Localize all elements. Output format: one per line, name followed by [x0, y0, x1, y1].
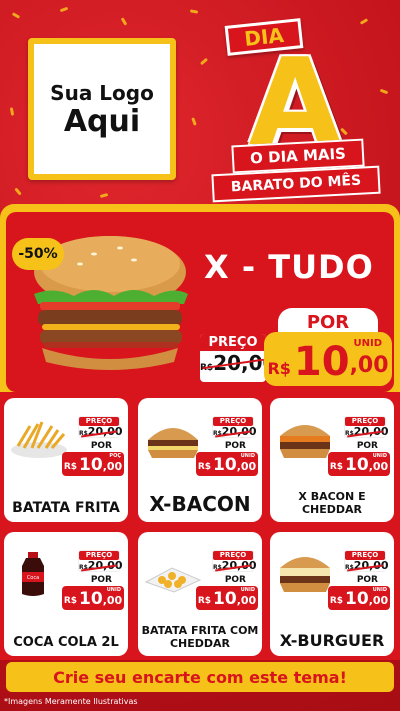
product-price-dec: ,00: [102, 594, 123, 607]
product-old-currency: R$: [79, 564, 88, 571]
product-price-int: 10: [79, 589, 103, 609]
product-name: BATATA FRITA: [12, 500, 120, 516]
product-image: [280, 425, 330, 458]
product-price-int: 10: [79, 455, 103, 475]
product-name: COCA COLA 2L: [13, 635, 119, 650]
product-price-dec: ,00: [368, 594, 389, 607]
product-unit: UNID: [372, 587, 387, 593]
product-old-price: PREÇO R$20,00: [212, 550, 257, 574]
featured-old-price-value: R$20,00: [200, 351, 276, 375]
product-image: Coca: [22, 552, 44, 596]
featured-price: UNID R$ 10 ,00: [264, 332, 392, 386]
product-por-label: POR: [356, 575, 378, 585]
featured-price-dec: ,00: [349, 353, 389, 378]
cta-banner[interactable]: Crie seu encarte com este tema!: [6, 662, 394, 692]
product-old-price-value: R$20,00: [213, 560, 257, 574]
product-price-dec: ,00: [102, 460, 123, 473]
product-old-amount: 20,00: [87, 559, 123, 572]
product-old-currency: R$: [213, 564, 222, 571]
footnote: *Imagens Meramente Ilustrativas: [4, 697, 138, 706]
product-card: PREÇO R$20,00 POR UNID R$ 10,00 X BACON E CHED…: [270, 398, 394, 522]
product-old-amount: 20,00: [353, 425, 389, 438]
product-currency: R$: [329, 596, 344, 606]
product-old-price: PREÇO R$20,00: [78, 416, 123, 440]
product-price: UNID R$ 10,00: [196, 452, 258, 476]
product-card: PREÇO R$20,00 POR UNID R$ 10,00 X-BURGUER: [270, 532, 394, 656]
product-old-amount: 20,00: [221, 425, 257, 438]
product-unit: UNID: [240, 453, 255, 459]
product-old-price-value: R$20,00: [213, 426, 257, 440]
product-unit: UNID: [372, 453, 387, 459]
product-image: [148, 428, 198, 458]
product-name: X BACON E CHEDDAR: [298, 490, 366, 516]
product-old-amount: 20,00: [353, 559, 389, 572]
product-old-price: PREÇO R$20,00: [212, 416, 257, 440]
product-old-currency: R$: [345, 564, 354, 571]
product-old-currency: R$: [213, 430, 222, 437]
product-old-price-value: R$20,00: [345, 426, 389, 440]
featured-old-price: PREÇO R$20,00: [200, 334, 276, 382]
product-price-int: 10: [213, 589, 237, 609]
featured-old-price-label: PREÇO: [200, 334, 266, 351]
product-old-currency: R$: [79, 430, 88, 437]
product-card: Coca PREÇO R$20,00 POR UNID R$ 10,00 COCA COLA …: [4, 532, 128, 656]
product-price-dec: ,00: [236, 460, 257, 473]
product-old-amount: 20,00: [87, 425, 123, 438]
product-old-price-value: R$20,00: [79, 560, 123, 574]
featured-unit: UNID: [353, 338, 382, 349]
product-currency: R$: [197, 596, 212, 606]
product-por-label: POR: [356, 441, 378, 451]
product-old-price: PREÇO R$20,00: [344, 550, 389, 574]
product-por-label: POR: [224, 441, 246, 451]
product-old-currency: R$: [345, 430, 354, 437]
logo-line-1: Sua Logo: [50, 80, 154, 105]
product-image: [144, 567, 202, 593]
product-old-amount: 20,00: [221, 559, 257, 572]
svg-text:Coca: Coca: [27, 575, 39, 581]
product-old-price-value: R$20,00: [79, 426, 123, 440]
featured-old-currency: R$: [200, 363, 214, 373]
featured-currency: R$: [267, 359, 291, 378]
product-image: [11, 421, 67, 458]
product-name: X-BURGUER: [279, 631, 385, 650]
product-price-int: 10: [213, 455, 237, 475]
product-currency: R$: [63, 462, 78, 472]
product-currency: R$: [63, 596, 78, 606]
campaign-line-1-text: O DIA MAIS: [249, 144, 347, 168]
product-por-label: POR: [90, 441, 112, 451]
product-card: PREÇO R$20,00 POR POÇ R$ 10,00 BATATA FRITA: [4, 398, 128, 522]
product-unit: POÇ: [109, 453, 121, 459]
product-price: POÇ R$ 10,00: [62, 452, 124, 476]
product-old-price: PREÇO R$20,00: [78, 550, 123, 574]
product-card: PREÇO R$20,00 POR UNID R$ 10,00 X-BACON: [138, 398, 262, 522]
product-currency: R$: [197, 462, 212, 472]
product-price-int: 10: [345, 455, 369, 475]
logo-placeholder: Sua Logo Aqui: [28, 38, 176, 180]
product-unit: UNID: [240, 587, 255, 593]
discount-badge: -50%: [12, 238, 64, 270]
product-price-int: 10: [345, 589, 369, 609]
featured-product-name: X - TUDO: [204, 248, 374, 286]
product-por-label: POR: [90, 575, 112, 585]
product-price: UNID R$ 10,00: [62, 586, 124, 610]
product-price: UNID R$ 10,00: [196, 586, 258, 610]
product-name: BATATA FRITA COM CHEDDAR: [141, 624, 259, 650]
product-name: X-BACON: [149, 492, 251, 516]
product-unit: UNID: [106, 587, 121, 593]
logo-line-2: Aqui: [63, 103, 141, 139]
product-por-label: POR: [224, 575, 246, 585]
product-old-price: PREÇO R$20,00: [344, 416, 389, 440]
product-price: UNID R$ 10,00: [328, 452, 390, 476]
campaign-line-2-text: BARATO DO MÊS: [230, 172, 362, 196]
product-image: [280, 557, 330, 592]
product-old-price-value: R$20,00: [345, 560, 389, 574]
featured-price-int: 10: [293, 339, 350, 385]
product-currency: R$: [329, 462, 344, 472]
product-price-dec: ,00: [236, 594, 257, 607]
product-card: PREÇO R$20,00 POR UNID R$ 10,00 BATATA FRITA C…: [138, 532, 262, 656]
product-price: UNID R$ 10,00: [328, 586, 390, 610]
product-price-dec: ,00: [368, 460, 389, 473]
